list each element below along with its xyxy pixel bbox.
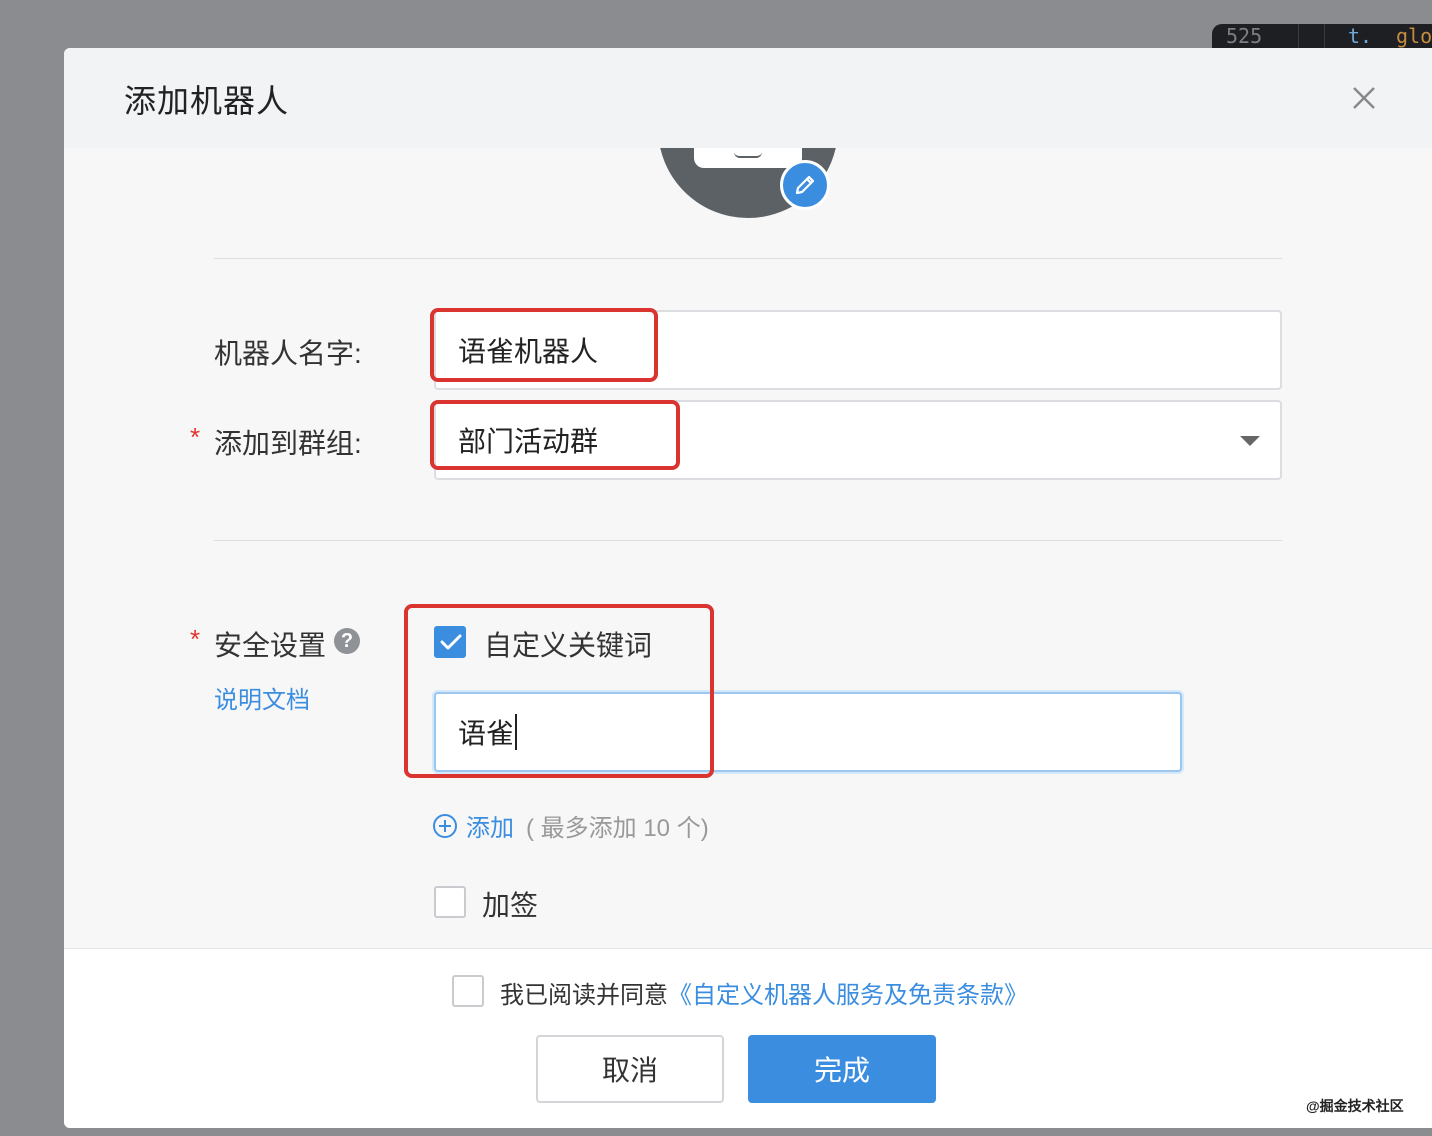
agree-checkbox[interactable] [452, 975, 484, 1007]
code-fragment: glo [1396, 24, 1432, 48]
dialog-header: 添加机器人 [64, 48, 1432, 148]
chevron-down-icon [1240, 436, 1260, 446]
add-keyword-label: 添加 [466, 815, 514, 842]
keyword-input-value: 语雀 [458, 718, 515, 749]
close-button[interactable] [1344, 78, 1384, 118]
close-icon [1353, 87, 1375, 109]
doc-link[interactable]: 说明文档 [214, 680, 310, 715]
keyword-checkbox[interactable] [434, 626, 466, 658]
code-fragment: 525 [1226, 24, 1263, 48]
group-label: 添加到群组: [214, 428, 362, 459]
agree-statement: 我已阅读并同意《自定义机器人服务及免责条款》 [500, 975, 1028, 1010]
security-label: 安全设置 [214, 630, 327, 661]
confirm-button[interactable]: 完成 [748, 1035, 936, 1103]
add-robot-dialog: 添加机器人 机器人名字: 语雀机器人 * 添加到群组: 部门活动群 * 安全设置… [64, 48, 1432, 1128]
robot-name-value: 语雀机器人 [458, 336, 599, 367]
group-select-value: 部门活动群 [458, 426, 599, 457]
watermark: @掘金技术社区 [1306, 1098, 1404, 1114]
keyword-option-label: 自定义关键词 [484, 630, 653, 661]
terms-link[interactable]: 《自定义机器人服务及免责条款》 [668, 982, 1028, 1009]
sign-checkbox[interactable] [434, 886, 466, 918]
edit-avatar-button[interactable] [780, 160, 830, 210]
section-divider [214, 258, 1282, 259]
dialog-title: 添加机器人 [124, 83, 290, 119]
code-fragment: t. [1348, 24, 1373, 48]
required-asterisk: * [190, 624, 201, 654]
pencil-icon [795, 175, 815, 195]
robot-name-input[interactable]: 语雀机器人 [434, 310, 1282, 390]
add-keyword-button[interactable]: 添加 [432, 808, 514, 843]
robot-face [694, 148, 802, 168]
text-caret [515, 714, 518, 750]
plus-circle-icon [433, 813, 457, 838]
cancel-button[interactable]: 取消 [536, 1035, 724, 1103]
name-label: 机器人名字: [214, 338, 362, 369]
group-select[interactable]: 部门活动群 [434, 400, 1282, 480]
keyword-input[interactable]: 语雀 [434, 692, 1182, 772]
required-asterisk: * [190, 422, 201, 452]
agree-prefix: 我已阅读并同意 [500, 982, 668, 1009]
add-limit-note: ( 最多添加 10 个) [526, 815, 709, 842]
help-icon[interactable]: ? [334, 628, 360, 654]
dialog-footer: 我已阅读并同意《自定义机器人服务及免责条款》 取消 完成 [64, 948, 1432, 1128]
checkmark-icon [440, 634, 462, 650]
section-divider [214, 540, 1282, 541]
robot-mouth [734, 152, 762, 158]
sign-option-label: 加签 [482, 890, 539, 921]
